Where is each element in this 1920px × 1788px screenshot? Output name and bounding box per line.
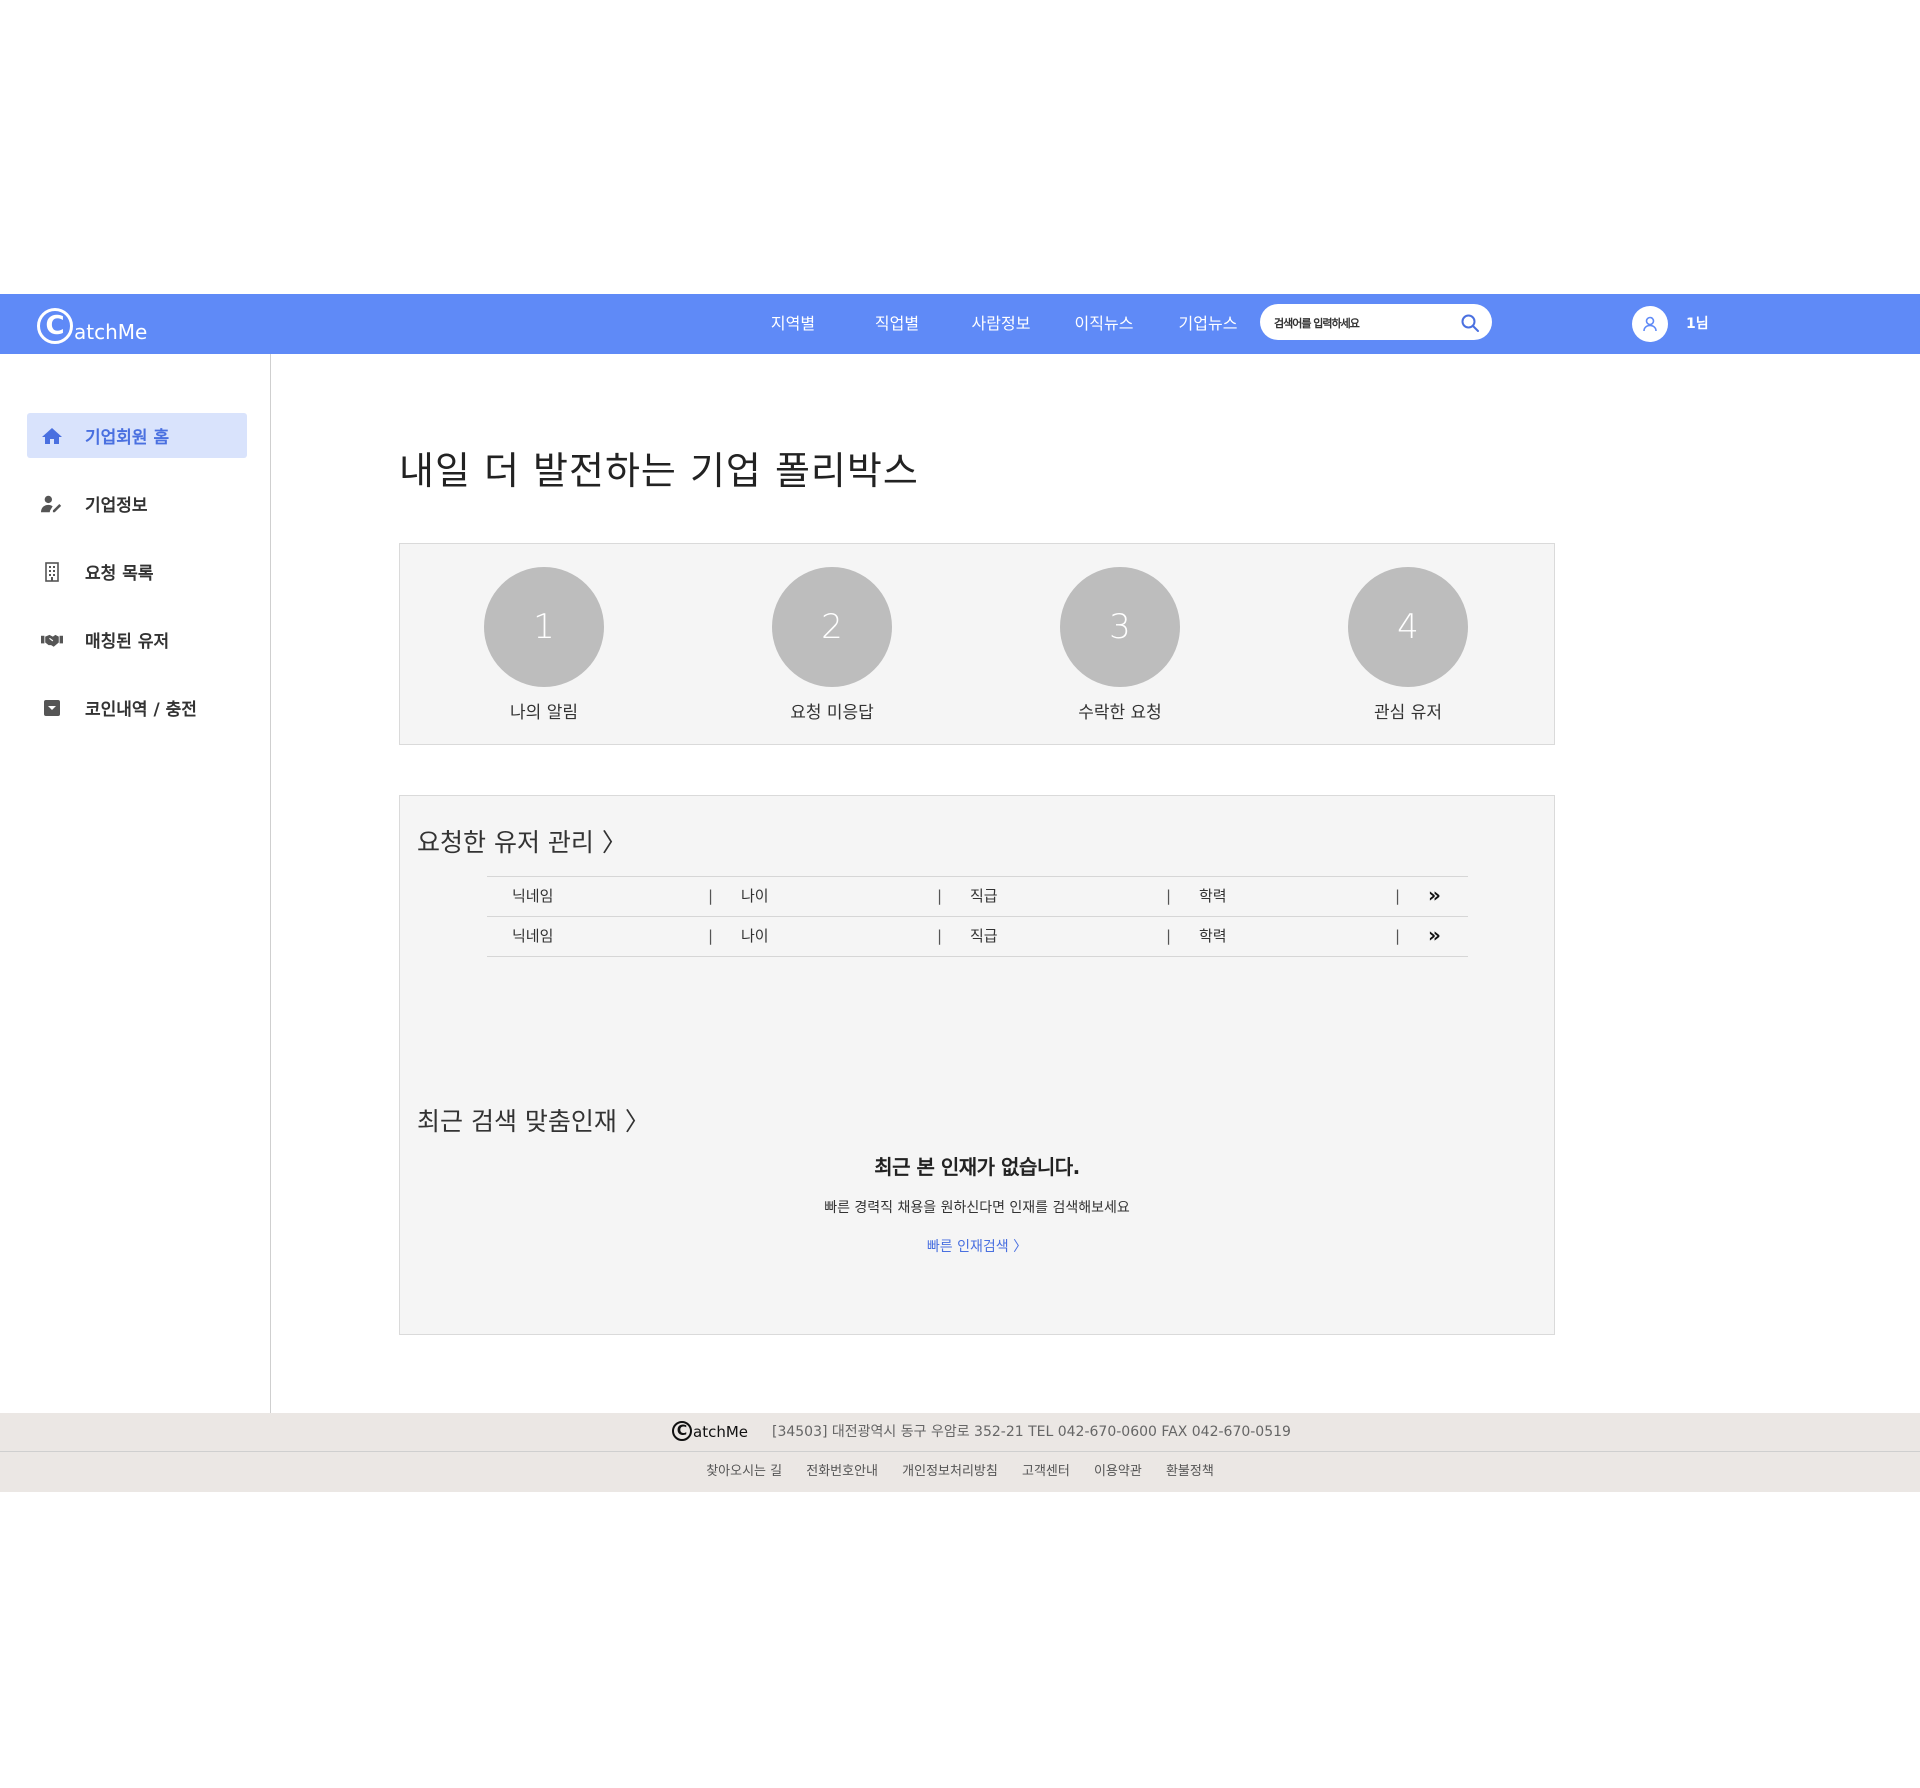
- footer-link-privacy-policy[interactable]: 개인정보처리방침: [902, 1464, 998, 1479]
- footer-links: 찾아오시는 길 전화번호안내 개인정보처리방침 고객센터 이용약관 환불정책: [0, 1452, 1920, 1492]
- cell-education: 학력: [1199, 887, 1227, 905]
- nav-people-info[interactable]: 사람정보: [972, 294, 1031, 354]
- sidebar-item-request-list[interactable]: 요청 목록: [27, 549, 247, 594]
- footer-logo[interactable]: C atchMe: [672, 1421, 748, 1441]
- search-input[interactable]: [1272, 312, 1456, 334]
- column-divider: |: [937, 887, 943, 905]
- footer-link-customer-center[interactable]: 고객센터: [1022, 1464, 1070, 1479]
- user-name[interactable]: 1님: [1686, 294, 1709, 354]
- stat-unanswered-requests[interactable]: 2 요청 미응답: [732, 544, 932, 723]
- sidebar-item-label: 요청 목록: [85, 564, 154, 584]
- column-divider: |: [708, 927, 714, 945]
- column-divider: |: [1166, 927, 1172, 945]
- cell-nickname: 닉네임: [512, 887, 554, 905]
- sidebar-item-label: 매칭된 유저: [85, 632, 170, 652]
- nav-job[interactable]: 직업별: [875, 294, 919, 354]
- footer-link-phone-guide[interactable]: 전화번호안내: [806, 1464, 878, 1479]
- stat-count: 1: [484, 567, 604, 687]
- footer-links-bar: 찾아오시는 길 전화번호안내 개인정보처리방침 고객센터 이용약관 환불정책: [0, 1452, 1920, 1492]
- recent-talent-title[interactable]: 최근 검색 맞춤인재 〉: [417, 1102, 650, 1138]
- empty-state-description: 빠른 경력직 채용을 원하신다면 인재를 검색해보세요: [824, 1200, 1130, 1216]
- column-divider: |: [1166, 887, 1172, 905]
- cell-nickname: 닉네임: [512, 927, 554, 945]
- sidebar-item-company-info[interactable]: 기업정보: [27, 481, 247, 526]
- top-navbar: C atchMe 지역별 직업별 사람정보 이직뉴스 기업뉴스 1님: [0, 294, 1920, 354]
- footer-address: [34503] 대전광역시 동구 우암로 352-21 TEL 042-670-…: [772, 1424, 1291, 1440]
- sidebar-item-company-home[interactable]: 기업회원 홈: [27, 413, 247, 458]
- stat-count: 2: [772, 567, 892, 687]
- stat-label: 수락한 요청: [1078, 703, 1162, 723]
- column-divider: |: [708, 887, 714, 905]
- stat-accepted-requests[interactable]: 3 수락한 요청: [1020, 544, 1220, 723]
- stat-count: 3: [1060, 567, 1180, 687]
- cell-education: 학력: [1199, 927, 1227, 945]
- stat-label: 관심 유저: [1374, 703, 1442, 723]
- handshake-icon: [41, 629, 63, 651]
- double-chevron-right-icon[interactable]: »: [1428, 877, 1441, 914]
- cell-age: 나이: [741, 927, 769, 945]
- nav-company-news[interactable]: 기업뉴스: [1179, 294, 1238, 354]
- footer-link-terms[interactable]: 이용약관: [1094, 1464, 1142, 1479]
- sidebar-item-matched-users[interactable]: 매칭된 유저: [27, 617, 247, 662]
- stat-label: 나의 알림: [510, 703, 578, 723]
- building-icon: [41, 561, 63, 583]
- page-title: 내일 더 발전하는 기업 폴리박스: [399, 449, 919, 493]
- nav-career-news[interactable]: 이직뉴스: [1075, 294, 1134, 354]
- sidebar-item-label: 기업회원 홈: [85, 428, 170, 448]
- stat-count: 4: [1348, 567, 1468, 687]
- user-edit-icon: [41, 493, 63, 515]
- stats-summary-box: 1 나의 알림 2 요청 미응답 3 수락한 요청 4 관심 유저: [399, 543, 1555, 745]
- cell-position: 직급: [970, 927, 998, 945]
- footer-link-refund-policy[interactable]: 환불정책: [1166, 1464, 1214, 1479]
- search-icon[interactable]: [1460, 313, 1480, 333]
- footer-logo-c-mark: C: [672, 1421, 692, 1441]
- footer-link-directions[interactable]: 찾아오시는 길: [706, 1464, 782, 1479]
- table-row[interactable]: 닉네임 | 나이 | 직급 | 학력 | »: [487, 877, 1468, 917]
- user-avatar-icon[interactable]: [1632, 306, 1668, 342]
- requested-users-table: 닉네임 | 나이 | 직급 | 학력 | » 닉네임 | 나이 | 직급 | 학…: [487, 876, 1468, 957]
- stat-interested-users[interactable]: 4 관심 유저: [1308, 544, 1508, 723]
- footer-info-bar: C atchMe [34503] 대전광역시 동구 우암로 352-21 TEL…: [0, 1413, 1920, 1452]
- double-chevron-right-icon[interactable]: »: [1428, 917, 1441, 954]
- table-row[interactable]: 닉네임 | 나이 | 직급 | 학력 | »: [487, 917, 1468, 957]
- column-divider: |: [1395, 887, 1401, 905]
- sidebar-item-label: 코인내역 / 충전: [85, 700, 197, 720]
- quick-talent-search-link[interactable]: 빠른 인재검색 〉: [400, 1236, 1554, 1256]
- column-divider: |: [1395, 927, 1401, 945]
- user-management-panel: 요청한 유저 관리 〉 닉네임 | 나이 | 직급 | 학력 | » 닉네임 |…: [399, 795, 1555, 1335]
- sidebar: 기업회원 홈 기업정보 요청 목록 매칭된 유저 코인내역 / 충전: [0, 354, 271, 1413]
- stat-label: 요청 미응답: [790, 703, 874, 723]
- stat-my-alerts[interactable]: 1 나의 알림: [444, 544, 644, 723]
- home-icon: [41, 425, 63, 447]
- dropdown-box-icon: [41, 697, 63, 719]
- empty-state-title: 최근 본 인재가 없습니다.: [874, 1155, 1080, 1179]
- sidebar-item-coin-history[interactable]: 코인내역 / 충전: [27, 685, 247, 730]
- footer-logo-text: atchMe: [693, 1423, 748, 1441]
- requested-users-title[interactable]: 요청한 유저 관리 〉: [417, 823, 627, 859]
- cell-age: 나이: [741, 887, 769, 905]
- column-divider: |: [937, 927, 943, 945]
- cell-position: 직급: [970, 887, 998, 905]
- nav-region[interactable]: 지역별: [771, 294, 815, 354]
- sidebar-item-label: 기업정보: [85, 496, 148, 516]
- search-box: [1260, 304, 1492, 340]
